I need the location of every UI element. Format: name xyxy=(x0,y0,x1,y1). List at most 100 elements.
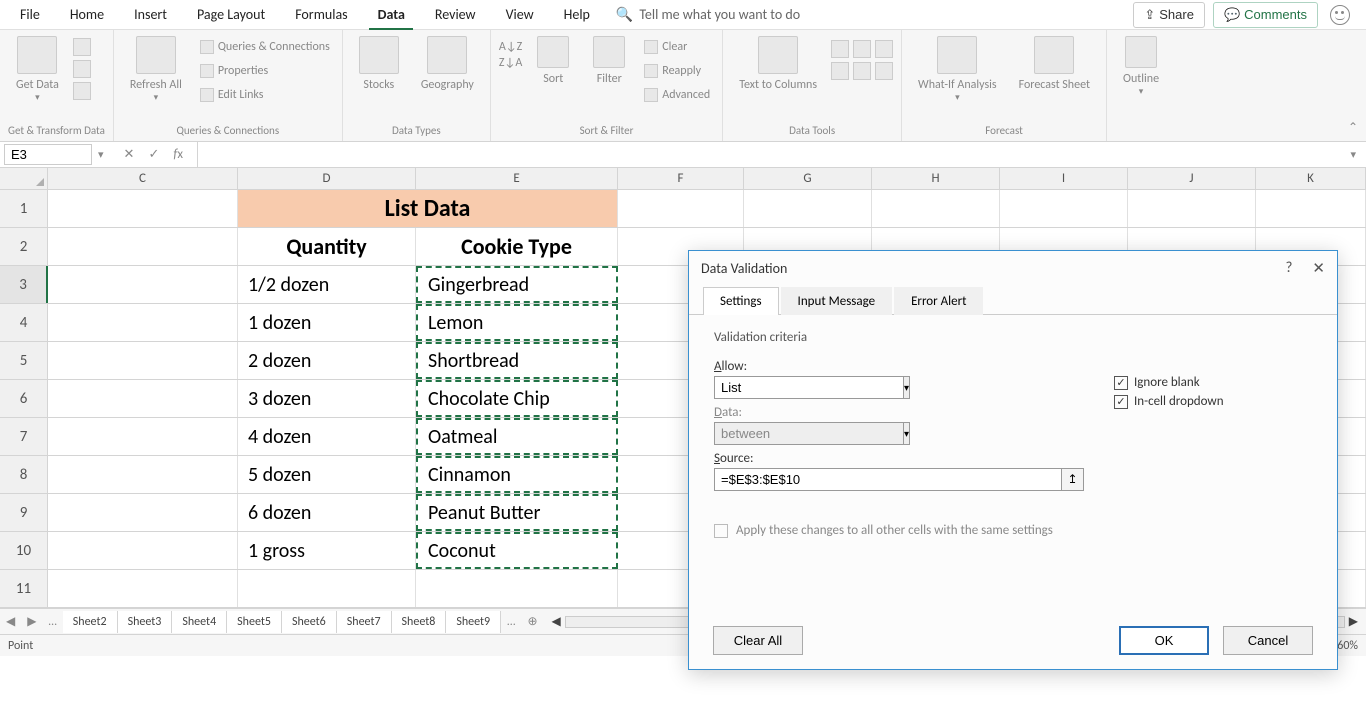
cell-cookie[interactable]: Lemon xyxy=(416,304,618,341)
consolidate-icon[interactable] xyxy=(831,62,849,80)
ok-button[interactable]: OK xyxy=(1119,626,1209,655)
cell[interactable] xyxy=(48,380,238,417)
sort-asc-button[interactable]: A↓Z xyxy=(499,40,522,54)
cell-quantity[interactable]: 2 dozen xyxy=(238,342,416,379)
cell[interactable] xyxy=(48,418,238,455)
cell[interactable] xyxy=(48,570,238,607)
from-web-icon[interactable] xyxy=(73,60,91,78)
refresh-all-button[interactable]: Refresh All▾ xyxy=(122,34,190,105)
menu-home[interactable]: Home xyxy=(56,0,118,29)
col-K[interactable]: K xyxy=(1256,168,1366,189)
cancel-formula-icon[interactable]: ✕ xyxy=(124,147,135,162)
menu-help[interactable]: Help xyxy=(550,0,604,29)
cell[interactable] xyxy=(416,570,618,607)
row-header-10[interactable]: 10 xyxy=(0,532,48,569)
tab-nav-next-icon[interactable]: ▶ xyxy=(21,614,42,629)
range-picker-icon[interactable]: ↥ xyxy=(1062,468,1084,491)
cell-quantity[interactable]: 4 dozen xyxy=(238,418,416,455)
data-validation-icon[interactable] xyxy=(875,40,893,58)
header-cookie-type[interactable]: Cookie Type xyxy=(416,228,618,265)
col-F[interactable]: F xyxy=(618,168,744,189)
allow-input[interactable] xyxy=(714,376,904,399)
hscroll-left-icon[interactable]: ◀ xyxy=(552,614,561,629)
cell[interactable] xyxy=(744,190,872,227)
cell-quantity[interactable]: 1/2 dozen xyxy=(238,266,416,303)
menu-data[interactable]: Data xyxy=(364,0,419,29)
sheet-tab[interactable]: Sheet2 xyxy=(63,611,118,633)
cell[interactable] xyxy=(1256,190,1366,227)
from-text-icon[interactable] xyxy=(73,38,91,56)
cell[interactable] xyxy=(618,190,744,227)
new-sheet-icon[interactable]: ⊕ xyxy=(521,614,543,629)
from-table-icon[interactable] xyxy=(73,82,91,100)
cell[interactable] xyxy=(1000,190,1128,227)
cell[interactable] xyxy=(48,228,238,265)
menu-file[interactable]: File xyxy=(6,0,54,29)
row-header-7[interactable]: 7 xyxy=(0,418,48,455)
source-input[interactable] xyxy=(714,468,1062,491)
dialog-close-icon[interactable]: ✕ xyxy=(1312,259,1325,278)
allow-combo[interactable]: ▾ xyxy=(714,376,894,399)
cell-quantity[interactable]: 5 dozen xyxy=(238,456,416,493)
cell-cookie[interactable]: Oatmeal xyxy=(416,418,618,455)
expand-formula-icon[interactable]: ▾ xyxy=(1344,148,1362,161)
sheet-tab[interactable]: Sheet9 xyxy=(446,611,501,633)
cell-quantity[interactable]: 6 dozen xyxy=(238,494,416,531)
name-box[interactable] xyxy=(4,144,92,165)
title-cell[interactable]: List Data xyxy=(238,190,618,227)
clear-all-button[interactable]: Clear All xyxy=(713,626,803,655)
row-header-2[interactable]: 2 xyxy=(0,228,48,265)
cell-cookie[interactable]: Shortbread xyxy=(416,342,618,379)
cell-quantity[interactable]: 1 gross xyxy=(238,532,416,569)
tab-more-right-icon[interactable]: … xyxy=(501,615,521,629)
properties-button[interactable]: Properties xyxy=(196,62,334,80)
remove-dup-icon[interactable] xyxy=(853,40,871,58)
header-quantity[interactable]: Quantity xyxy=(238,228,416,265)
fx-icon[interactable]: fx xyxy=(173,147,183,162)
menu-insert[interactable]: Insert xyxy=(120,0,181,29)
col-G[interactable]: G xyxy=(744,168,872,189)
row-header-11[interactable]: 11 xyxy=(0,570,48,607)
comments-button[interactable]: 💬 Comments xyxy=(1213,2,1318,28)
cell-cookie[interactable]: Peanut Butter xyxy=(416,494,618,531)
name-box-drop-icon[interactable]: ▾ xyxy=(92,148,110,161)
queries-connections-button[interactable]: Queries & Connections xyxy=(196,38,334,56)
filter-button[interactable]: Filter xyxy=(584,34,634,88)
dialog-tab-error-alert[interactable]: Error Alert xyxy=(894,287,983,315)
col-H[interactable]: H xyxy=(872,168,1000,189)
accept-formula-icon[interactable]: ✓ xyxy=(148,147,159,162)
geography-button[interactable]: Geography xyxy=(413,34,482,94)
cell-cookie[interactable]: Cinnamon xyxy=(416,456,618,493)
sort-desc-button[interactable]: Z↓A xyxy=(499,56,522,70)
row-header-4[interactable]: 4 xyxy=(0,304,48,341)
cell-quantity[interactable]: 1 dozen xyxy=(238,304,416,341)
sheet-tab[interactable]: Sheet3 xyxy=(118,611,173,633)
row-header-8[interactable]: 8 xyxy=(0,456,48,493)
menu-formulas[interactable]: Formulas xyxy=(281,0,361,29)
edit-links-button[interactable]: Edit Links xyxy=(196,86,334,104)
advanced-filter-button[interactable]: Advanced xyxy=(640,86,714,104)
dialog-tab-settings[interactable]: Settings xyxy=(703,287,779,315)
outline-button[interactable]: Outline▾ xyxy=(1115,34,1167,99)
data-model-icon[interactable] xyxy=(875,62,893,80)
dialog-tab-input-message[interactable]: Input Message xyxy=(781,287,893,315)
reapply-button[interactable]: Reapply xyxy=(640,62,714,80)
cell-quantity[interactable]: 3 dozen xyxy=(238,380,416,417)
sheet-tab[interactable]: Sheet6 xyxy=(282,611,337,633)
dialog-help-icon[interactable]: ? xyxy=(1285,259,1292,278)
cell-cookie[interactable]: Gingerbread xyxy=(416,266,618,303)
source-field[interactable]: ↥ xyxy=(714,468,1084,491)
relationships-icon[interactable] xyxy=(853,62,871,80)
menu-page-layout[interactable]: Page Layout xyxy=(183,0,279,29)
cell[interactable] xyxy=(1128,190,1256,227)
cell[interactable] xyxy=(238,570,416,607)
row-header-6[interactable]: 6 xyxy=(0,380,48,417)
row-header-3[interactable]: 3 xyxy=(0,266,48,303)
hscroll-right-icon[interactable]: ▶ xyxy=(1349,614,1358,629)
cell[interactable] xyxy=(48,342,238,379)
feedback-smiley-icon[interactable] xyxy=(1330,5,1350,25)
chevron-down-icon[interactable]: ▾ xyxy=(904,376,910,399)
cell[interactable] xyxy=(48,304,238,341)
cell[interactable] xyxy=(48,532,238,569)
cancel-button[interactable]: Cancel xyxy=(1223,626,1313,655)
